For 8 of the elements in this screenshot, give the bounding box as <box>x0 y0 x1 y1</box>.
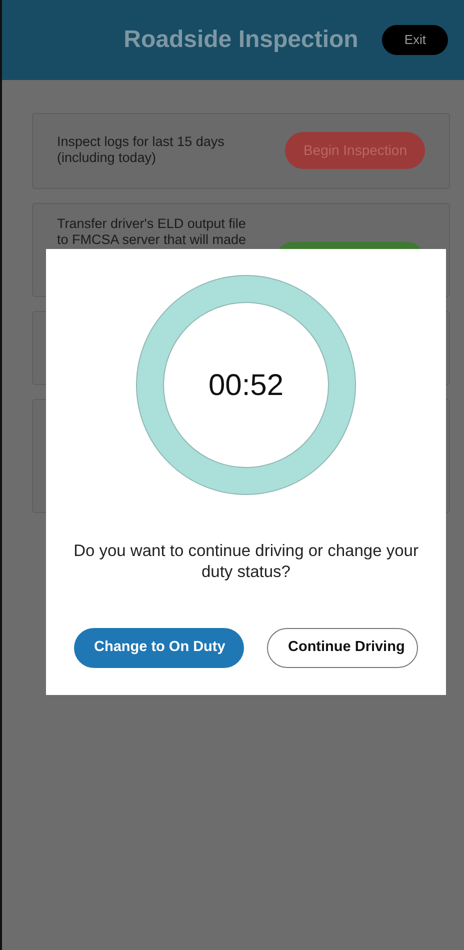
on-duty-button[interactable]: Change to On Duty <box>74 628 244 668</box>
exit-button[interactable]: Exit <box>382 25 448 55</box>
dialog-question: Do you want to continue driving or change your duty status? <box>72 541 420 584</box>
screen-title: Roadside Inspection <box>124 25 358 55</box>
card-description: Transfer driver's ELD output file to FMCSA server that will made <box>57 216 248 248</box>
continue-driving-button[interactable]: Continue Driving <box>267 628 418 668</box>
countdown-timer: 00:52 <box>208 368 284 404</box>
card-description: Inspect logs for last 15 days (including today) <box>57 134 226 166</box>
